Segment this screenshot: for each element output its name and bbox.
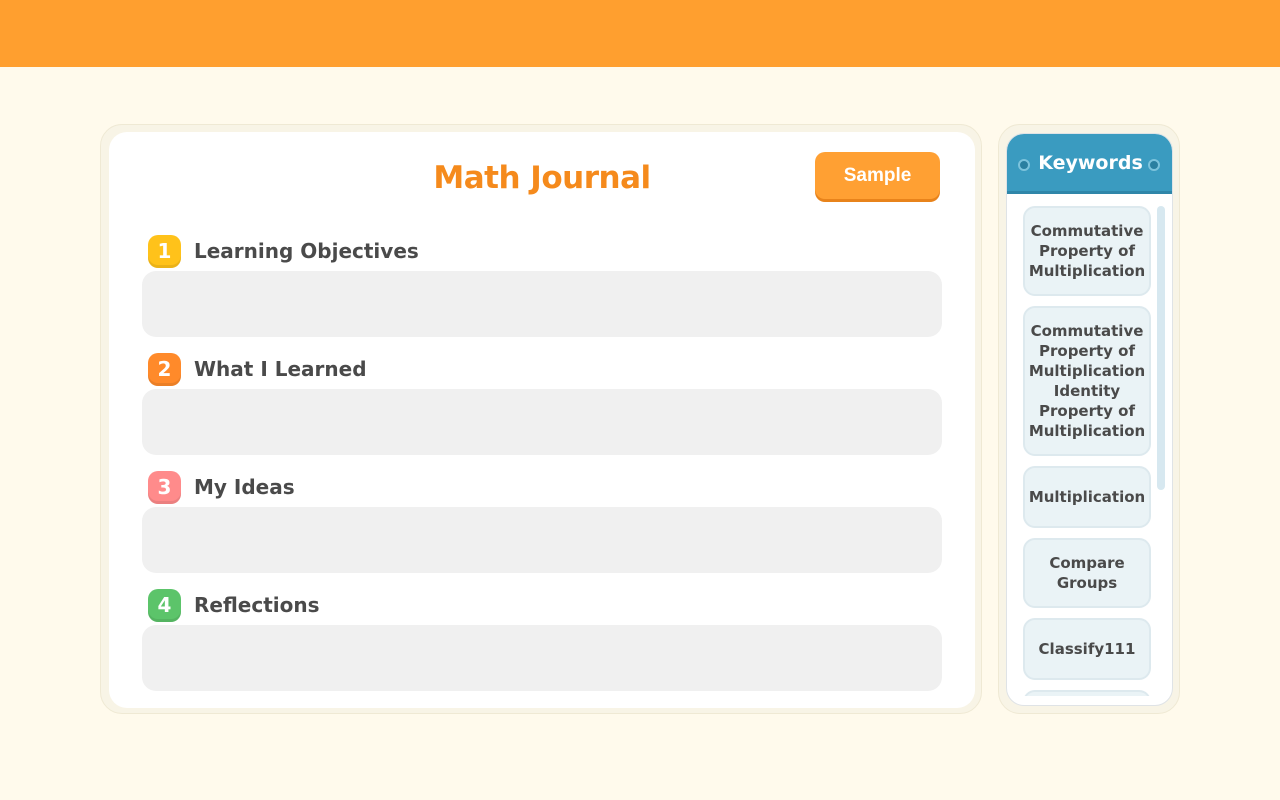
keywords-header: Keywords <box>1007 134 1172 194</box>
keywords-card: Keywords Commutative Property of Multipl… <box>1006 133 1173 706</box>
section-label: What I Learned <box>194 357 367 381</box>
reflections-input[interactable] <box>142 625 942 691</box>
journal-panel: Math Journal Sample 1 Learning Objective… <box>100 124 982 714</box>
what-i-learned-input[interactable] <box>142 389 942 455</box>
number-badge-4: 4 <box>148 588 181 622</box>
keyword-item[interactable]: Classify111 <box>1023 618 1151 680</box>
number-badge-2: 2 <box>148 352 181 386</box>
section-learning-objectives: 1 Learning Objectives <box>148 234 419 268</box>
section-label: My Ideas <box>194 475 295 499</box>
section-reflections: 4 Reflections <box>148 588 320 622</box>
keyword-item[interactable]: Commutative Property of Multiplication I… <box>1023 306 1151 456</box>
journal-card: Math Journal Sample 1 Learning Objective… <box>109 132 975 708</box>
number-badge-1: 1 <box>148 234 181 268</box>
sample-button[interactable]: Sample <box>815 152 940 199</box>
number-badge-3: 3 <box>148 470 181 504</box>
keyword-item[interactable]: Compare Groups <box>1023 538 1151 608</box>
section-what-i-learned: 2 What I Learned <box>148 352 367 386</box>
keywords-title: Keywords <box>1038 151 1143 174</box>
keyword-item[interactable]: Commutative Property of Multiplication <box>1023 206 1151 296</box>
section-label: Learning Objectives <box>194 239 419 263</box>
dot-icon <box>1018 159 1030 171</box>
keywords-scrollbar[interactable] <box>1157 206 1165 490</box>
keywords-panel: Keywords Commutative Property of Multipl… <box>998 124 1180 714</box>
keywords-list: Commutative Property of Multiplication C… <box>1023 206 1151 696</box>
keyword-item[interactable]: Multiplication <box>1023 466 1151 528</box>
section-my-ideas: 3 My Ideas <box>148 470 295 504</box>
dot-icon <box>1148 159 1160 171</box>
top-bar <box>0 0 1280 67</box>
my-ideas-input[interactable] <box>142 507 942 573</box>
section-label: Reflections <box>194 593 320 617</box>
keyword-item[interactable] <box>1023 690 1151 696</box>
learning-objectives-input[interactable] <box>142 271 942 337</box>
